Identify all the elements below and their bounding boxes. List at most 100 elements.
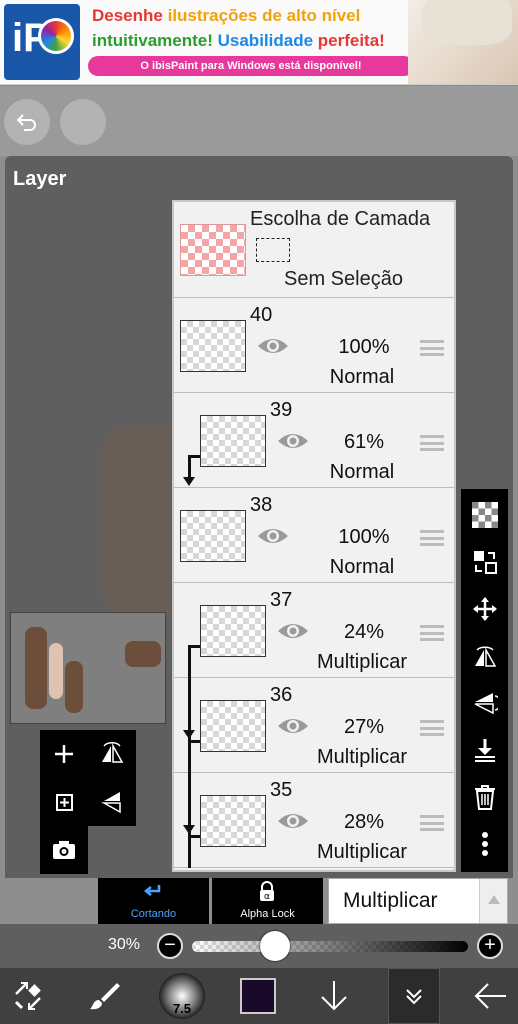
selection-status: Sem Seleção xyxy=(284,268,403,290)
drag-handle-icon[interactable] xyxy=(420,625,444,641)
drag-handle-icon[interactable] xyxy=(420,815,444,831)
opacity-increase-button[interactable]: + xyxy=(477,933,503,959)
layer-list[interactable]: Escolha de Camada Sem Seleção 40 100% No… xyxy=(172,200,456,872)
ad-illustration xyxy=(408,0,518,84)
visibility-eye-icon[interactable] xyxy=(256,524,290,548)
layer-number: 35 xyxy=(270,779,293,801)
add-layer-copy-button[interactable] xyxy=(40,778,88,826)
ad-banner[interactable]: iP Desenhe ilustrações de alto nível int… xyxy=(0,0,518,85)
drag-handle-icon[interactable] xyxy=(420,340,444,356)
flip-layer-horizontal-button[interactable] xyxy=(461,632,508,679)
duplicate-layer-icon xyxy=(56,794,73,811)
drag-handle-icon[interactable] xyxy=(420,435,444,451)
selection-thumbnail xyxy=(180,224,246,276)
layer-panel-toggle-button[interactable] xyxy=(388,968,440,1024)
layer-selection-title: Escolha de Camada xyxy=(250,208,431,230)
layer-opacity: 100% xyxy=(338,526,390,548)
visibility-eye-icon[interactable] xyxy=(276,619,310,643)
layer-row[interactable]: 35 28% Multiplicar xyxy=(174,773,454,868)
visibility-eye-icon[interactable] xyxy=(276,809,310,833)
flip-vertical-button[interactable] xyxy=(88,778,136,826)
drag-handle-icon[interactable] xyxy=(420,530,444,546)
opacity-slider-knob[interactable] xyxy=(259,931,290,961)
panel-title: Layer xyxy=(13,168,67,190)
layer-row[interactable]: 38 100% Normal xyxy=(174,488,454,583)
move-button[interactable] xyxy=(461,585,508,632)
visibility-eye-icon[interactable] xyxy=(256,334,290,358)
flip-horizontal-icon xyxy=(474,646,496,667)
lock-icon: α xyxy=(260,881,274,902)
layer-blend-mode: Multiplicar xyxy=(316,651,408,673)
blend-mode-value: Multiplicar xyxy=(343,889,438,912)
color-button[interactable] xyxy=(230,968,286,1024)
clipping-arrow-icon xyxy=(183,730,195,739)
back-button[interactable] xyxy=(462,968,518,1024)
alpha-lock-button[interactable]: α Alpha Lock xyxy=(212,878,323,924)
arrow-down-icon xyxy=(321,981,347,1011)
camera-button[interactable] xyxy=(40,826,88,874)
arrow-left-icon xyxy=(474,983,506,1009)
mini-toolbar xyxy=(40,730,136,874)
canvas-top-area xyxy=(0,86,518,156)
selection-marquee-icon xyxy=(256,238,290,262)
ad-headline-2: intuitivamente! Usabilidade perfeita! xyxy=(92,31,385,50)
transform-tool-icon xyxy=(14,982,41,1010)
layer-opacity: 28% xyxy=(343,811,385,833)
transparency-button[interactable] xyxy=(461,491,508,538)
layer-blend-mode: Normal xyxy=(329,556,395,578)
opacity-decrease-button[interactable]: − xyxy=(157,933,183,959)
layer-thumbnail xyxy=(200,795,266,847)
flip-horizontal-button[interactable] xyxy=(88,730,136,778)
drag-handle-icon[interactable] xyxy=(420,720,444,736)
brush-icon xyxy=(90,983,120,1010)
ad-cta[interactable]: O ibisPaint para Windows está disponível… xyxy=(88,56,414,76)
layer-row[interactable]: 40 100% Normal xyxy=(174,298,454,393)
layer-down-button[interactable] xyxy=(306,968,362,1024)
double-chevron-down-icon xyxy=(406,989,422,1005)
camera-icon xyxy=(53,841,75,859)
visibility-eye-icon[interactable] xyxy=(276,714,310,738)
brush-tool-button[interactable] xyxy=(76,968,132,1024)
layer-number: 37 xyxy=(270,589,293,611)
layer-selection-row[interactable]: Escolha de Camada Sem Seleção xyxy=(174,202,454,298)
canvas-preview[interactable] xyxy=(10,612,166,724)
add-layer-button[interactable] xyxy=(40,730,88,778)
checkerboard-icon xyxy=(471,501,498,528)
clipping-arrow-icon xyxy=(183,477,195,486)
redo-button[interactable] xyxy=(60,99,106,145)
tool-select-button[interactable] xyxy=(0,968,56,1024)
swap-layer-button[interactable] xyxy=(461,538,508,585)
brush-size-button[interactable]: 7.5 xyxy=(154,968,210,1024)
layer-row[interactable]: 39 61% Normal xyxy=(174,393,454,488)
layer-opacity: 27% xyxy=(343,716,385,738)
merge-down-button[interactable] xyxy=(461,726,508,773)
flip-layer-vertical-button[interactable] xyxy=(461,679,508,726)
more-options-button[interactable] xyxy=(461,820,508,867)
layer-blend-mode: Multiplicar xyxy=(316,841,408,863)
layer-blend-mode: Multiplicar xyxy=(316,746,408,768)
layer-row[interactable]: 37 24% Multiplicar xyxy=(174,583,454,678)
more-vertical-icon xyxy=(481,831,488,856)
opacity-slider-row: 30% − + xyxy=(0,924,518,968)
layer-number: 39 xyxy=(270,399,293,421)
trash-icon xyxy=(474,784,495,810)
flip-vertical-icon xyxy=(101,792,121,814)
svg-text:α: α xyxy=(264,892,270,902)
clipping-button[interactable]: Cortando xyxy=(98,878,209,924)
swap-icon xyxy=(473,550,497,574)
layer-blend-mode: Normal xyxy=(329,461,395,483)
opacity-value: 30% xyxy=(108,936,141,953)
opacity-slider[interactable] xyxy=(192,941,468,952)
undo-button[interactable] xyxy=(4,99,50,145)
dropdown-arrow-icon xyxy=(479,879,507,923)
clipping-icon xyxy=(143,885,161,896)
alpha-lock-label: Alpha Lock xyxy=(240,908,295,920)
layer-number: 38 xyxy=(250,494,273,516)
visibility-eye-icon[interactable] xyxy=(276,429,310,453)
layer-mode-row: Cortando α Alpha Lock Multiplicar xyxy=(98,878,508,924)
delete-layer-button[interactable] xyxy=(461,773,508,820)
clipping-arrow-icon xyxy=(183,825,195,834)
layer-row[interactable]: 36 27% Multiplicar xyxy=(174,678,454,773)
blend-mode-dropdown[interactable]: Multiplicar xyxy=(328,878,508,924)
bottom-toolbar: 7.5 xyxy=(0,968,518,1024)
